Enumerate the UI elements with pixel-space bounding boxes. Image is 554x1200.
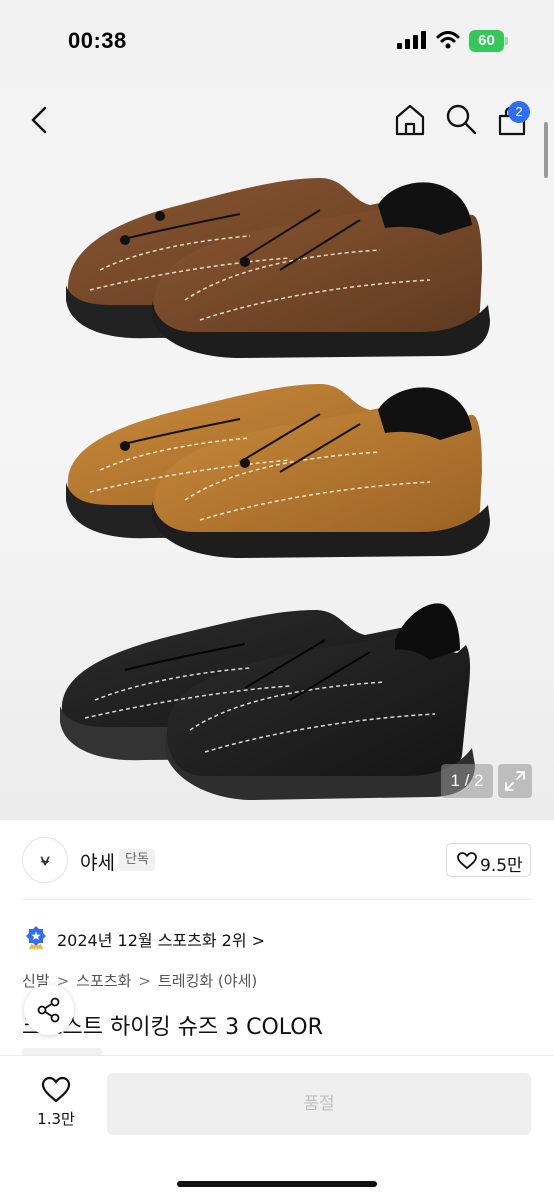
heart-icon — [457, 852, 477, 870]
rank-medal-icon — [26, 926, 46, 950]
sold-out-button[interactable]: 품절 — [107, 1073, 531, 1135]
search-icon[interactable] — [444, 102, 478, 136]
wifi-icon — [436, 31, 460, 49]
expand-button[interactable] — [498, 764, 532, 798]
divider — [22, 899, 532, 900]
breadcrumb-item[interactable]: 트레킹화 (야세) — [158, 972, 257, 990]
ranking-link[interactable]: 2024년 12월 스포츠화 2위 > — [57, 927, 265, 951]
share-icon — [37, 997, 60, 1023]
breadcrumb-separator: > — [138, 972, 151, 990]
signal-icon — [397, 31, 426, 49]
image-counter: 1 / 2 — [441, 764, 493, 798]
status-bar: 00:38 60 — [0, 0, 554, 84]
exclusive-badge: 단독 — [119, 849, 155, 871]
back-icon[interactable] — [24, 102, 58, 138]
home-icon[interactable] — [392, 102, 428, 138]
cart-count-badge: 2 — [508, 101, 530, 123]
brand-name[interactable]: 야세 — [80, 848, 115, 875]
shoe-camel — [66, 384, 490, 558]
shoe-brown — [66, 178, 490, 358]
wishlist-button[interactable]: 1.3만 — [30, 1074, 82, 1134]
product-image-gallery[interactable]: 00:38 60 2 1 / 2 — [0, 0, 554, 820]
wishlist-count: 1.3만 — [37, 1110, 75, 1128]
shoe-black — [60, 603, 475, 800]
status-time: 00:38 — [68, 28, 127, 53]
battery-icon: 60 — [469, 30, 509, 52]
brand-logo[interactable]: ⍱ — [22, 837, 68, 883]
battery-level: 60 — [469, 30, 504, 52]
brand-like-button[interactable]: 9.5만 — [446, 843, 531, 877]
heart-icon — [41, 1076, 71, 1103]
breadcrumb-item[interactable]: 스포츠화 — [76, 972, 131, 990]
expand-icon — [505, 771, 525, 791]
scrollbar[interactable] — [544, 122, 548, 178]
brand-like-count: 9.5만 — [480, 856, 523, 876]
home-indicator — [177, 1181, 377, 1187]
share-button[interactable] — [24, 985, 74, 1035]
